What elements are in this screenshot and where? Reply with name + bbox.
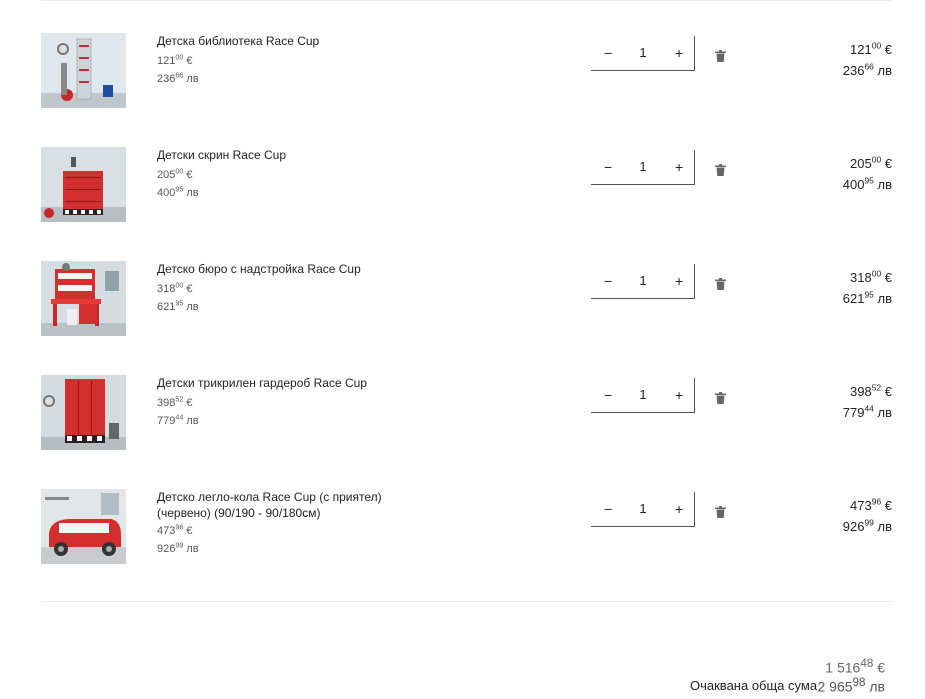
trash-icon[interactable]	[715, 50, 726, 62]
line-total-eur: 20500 €	[850, 154, 892, 171]
product-thumbnail[interactable]	[41, 261, 126, 336]
quantity-value[interactable]: 1	[631, 387, 655, 402]
product-name[interactable]: Детско бюро с надстройка Race Cup	[157, 261, 417, 277]
grand-total-label: Очаквана обща сума	[690, 678, 818, 693]
line-total-eur: 31800 €	[850, 268, 892, 285]
cart-row: Детско бюро с надстройка Race Cup 31800 …	[0, 261, 925, 341]
product-thumbnail[interactable]	[41, 147, 126, 222]
decrease-quantity-button[interactable]: −	[604, 273, 612, 289]
increase-quantity-button[interactable]: +	[675, 45, 683, 61]
trash-icon[interactable]	[715, 164, 726, 176]
increase-quantity-button[interactable]: +	[675, 159, 683, 175]
product-thumbnail[interactable]	[41, 33, 126, 108]
product-name[interactable]: Детска библиотека Race Cup	[157, 33, 417, 49]
top-divider	[41, 0, 892, 1]
trash-icon[interactable]	[715, 506, 726, 518]
line-total-eur: 47396 €	[850, 496, 892, 513]
line-total-bgn: 62195 лв	[842, 289, 892, 306]
quantity-stepper[interactable]: − 1 +	[591, 378, 695, 413]
unit-price-bgn: 92699 лв	[157, 541, 199, 555]
increase-quantity-button[interactable]: +	[675, 273, 683, 289]
quantity-value[interactable]: 1	[631, 501, 655, 516]
cart-row: Детска библиотека Race Cup 12100 € 23666…	[0, 33, 925, 113]
line-total-bgn: 77944 лв	[842, 403, 892, 420]
grand-total-bgn: 2 96598 лв	[817, 676, 885, 695]
decrease-quantity-button[interactable]: −	[604, 45, 612, 61]
unit-price-bgn: 77944 лв	[157, 413, 199, 427]
decrease-quantity-button[interactable]: −	[604, 501, 612, 517]
quantity-stepper[interactable]: − 1 +	[591, 150, 695, 185]
trash-icon[interactable]	[715, 392, 726, 404]
trash-icon[interactable]	[715, 278, 726, 290]
product-name[interactable]: Детски трикрилен гардероб Race Cup	[157, 375, 417, 391]
increase-quantity-button[interactable]: +	[675, 387, 683, 403]
line-total-bgn: 92699 лв	[842, 517, 892, 534]
line-total-bgn: 40095 лв	[842, 175, 892, 192]
line-total-eur: 39852 €	[850, 382, 892, 399]
cart-row: Детски скрин Race Cup 20500 € 40095 лв −…	[0, 147, 925, 227]
cart-row: Детско легло-кола Race Cup (с приятел) (…	[0, 489, 925, 569]
unit-price-eur: 31800 €	[157, 281, 193, 295]
cart-row: Детски трикрилен гардероб Race Cup 39852…	[0, 375, 925, 455]
quantity-stepper[interactable]: − 1 +	[591, 492, 695, 527]
product-name[interactable]: Детски скрин Race Cup	[157, 147, 417, 163]
unit-price-bgn: 23666 лв	[157, 71, 199, 85]
line-total-bgn: 23666 лв	[842, 61, 892, 78]
quantity-value[interactable]: 1	[631, 45, 655, 60]
unit-price-eur: 20500 €	[157, 167, 193, 181]
unit-price-eur: 47396 €	[157, 523, 193, 537]
grand-total-eur: 1 51648 €	[825, 657, 885, 676]
line-total-eur: 12100 €	[850, 40, 892, 57]
unit-price-eur: 12100 €	[157, 53, 193, 67]
bottom-divider	[41, 601, 892, 602]
decrease-quantity-button[interactable]: −	[604, 159, 612, 175]
quantity-stepper[interactable]: − 1 +	[591, 36, 695, 71]
unit-price-bgn: 62195 лв	[157, 299, 199, 313]
unit-price-bgn: 40095 лв	[157, 185, 199, 199]
product-thumbnail[interactable]	[41, 375, 126, 450]
product-thumbnail[interactable]	[41, 489, 126, 564]
decrease-quantity-button[interactable]: −	[604, 387, 612, 403]
quantity-value[interactable]: 1	[631, 159, 655, 174]
unit-price-eur: 39852 €	[157, 395, 193, 409]
increase-quantity-button[interactable]: +	[675, 501, 683, 517]
product-name[interactable]: Детско легло-кола Race Cup (с приятел) (…	[157, 489, 417, 521]
quantity-stepper[interactable]: − 1 +	[591, 264, 695, 299]
quantity-value[interactable]: 1	[631, 273, 655, 288]
